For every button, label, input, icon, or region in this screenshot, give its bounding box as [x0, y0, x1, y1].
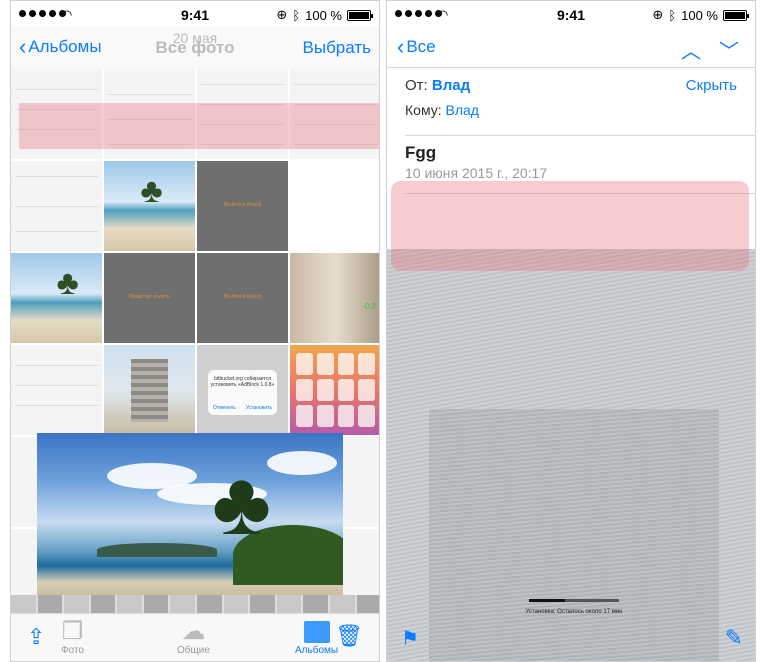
battery-icon	[723, 9, 749, 21]
expanded-photo[interactable]: ♣	[37, 433, 343, 595]
chevron-up-icon[interactable]: ︿	[681, 35, 701, 64]
mail-toolbar: ⚑ ✎	[387, 621, 755, 661]
highlight-overlay	[19, 103, 379, 149]
message-subject: Fgg	[405, 143, 437, 162]
select-button[interactable]: Выбрать	[303, 38, 371, 58]
tab-photos-label: Фото	[61, 645, 84, 656]
battery-level: 100 %	[305, 7, 342, 23]
tab-shared-label: Общие	[177, 645, 210, 656]
alert-install: Установить	[245, 405, 273, 412]
photos-navbar: ‹ Альбомы 20 мая Все фото Выбрать	[11, 27, 379, 69]
hide-button[interactable]: Скрыть	[686, 77, 737, 94]
message-date: 10 июня 2015 г., 20:17	[405, 165, 548, 181]
all-back-label: Все	[406, 37, 436, 56]
to-label: Кому:	[405, 102, 442, 118]
from-label: От:	[405, 77, 428, 94]
photos-tab-icon: ❐	[61, 618, 84, 645]
battery-level: 100 %	[681, 7, 718, 23]
battery-icon	[347, 9, 373, 21]
alert-cancel: Отменить	[212, 405, 236, 412]
thumbnail-caption: No Ammo Reach	[223, 293, 262, 300]
photos-tab-bar: ⇪ ❐ Фото ☁ Общие Альбомы 🗑	[11, 613, 379, 661]
flag-icon[interactable]: ⚑	[401, 626, 419, 651]
chevron-left-icon: ‹	[397, 34, 405, 59]
mail-navbar: ‹ Все ︿ ﹀	[387, 27, 755, 67]
palm-tree-icon: ♣	[56, 263, 79, 302]
photo-thumbnail[interactable]: No Ammo Reach	[197, 253, 288, 343]
compose-icon[interactable]: ✎	[725, 625, 743, 651]
alert-dialog: bitbucket.org собирается установить «AdB…	[207, 370, 278, 416]
rotation-lock-icon: ⊕	[652, 7, 664, 22]
tab-albums-label: Альбомы	[295, 645, 339, 656]
palm-tree-icon: ♣	[212, 454, 272, 554]
tab-albums[interactable]: Альбомы	[295, 621, 338, 656]
bluetooth-icon: ᛒ	[668, 7, 677, 23]
chevron-down-icon[interactable]: ﹀	[719, 35, 739, 64]
photo-thumbnail[interactable]	[11, 161, 102, 251]
status-bar: ◠ 9:41 ⊕ ᛒ 100 %	[387, 1, 755, 27]
thumbnail-caption: -0.2	[362, 301, 376, 311]
status-bar: ◠ 9:41 ⊕ ᛒ 100 %	[11, 1, 379, 27]
install-progress	[529, 599, 619, 602]
albums-tab-icon	[303, 621, 330, 643]
photo-thumbnail[interactable]: ♣	[11, 253, 102, 343]
palm-tree-icon: ♣	[140, 171, 163, 210]
install-caption: Установка: Осталось около 17 мин	[525, 609, 623, 615]
from-sender[interactable]: Влад	[432, 77, 470, 94]
all-back-button[interactable]: ‹ Все	[397, 34, 436, 59]
thumbnail-caption: No Ammo Reach	[223, 201, 262, 208]
cloud-icon: ☁	[181, 618, 206, 645]
share-icon[interactable]: ⇪	[27, 624, 45, 650]
photo-thumbnail[interactable]	[104, 345, 195, 435]
tab-photos[interactable]: ❐ Фото	[61, 618, 84, 657]
photos-screen: ◠ 9:41 ⊕ ᛒ 100 % ‹ Альбомы 20 мая Все фо…	[10, 0, 380, 662]
photo-thumbnail[interactable]	[11, 345, 102, 435]
photo-thumbnail[interactable]: bitbucket.org собирается установить «AdB…	[197, 345, 288, 435]
rotation-lock-icon: ⊕	[276, 7, 288, 22]
tab-shared[interactable]: ☁ Общие	[177, 618, 210, 657]
photo-thumbnail[interactable]: Права нет оплаты	[104, 253, 195, 343]
to-recipient[interactable]: Влад	[446, 102, 479, 118]
bluetooth-icon: ᛒ	[292, 7, 301, 23]
photo-thumbnail[interactable]	[290, 161, 379, 251]
mail-screen: ◠ 9:41 ⊕ ᛒ 100 % ‹ Все ︿ ﹀ От: Влад Скры…	[386, 0, 756, 662]
thumbnail-scrubber[interactable]	[11, 595, 379, 615]
highlight-overlay	[391, 181, 749, 271]
trash-icon[interactable]: 🗑	[335, 623, 363, 649]
attachment-photo[interactable]: Установка: Осталось около 17 мин	[387, 249, 755, 661]
photo-thumbnail[interactable]: ♣	[104, 161, 195, 251]
to-row: Кому: Влад	[405, 102, 737, 118]
thumbnail-caption: Права нет оплаты	[128, 293, 171, 300]
photo-thumbnail[interactable]	[290, 345, 379, 435]
alert-text: bitbucket.org собирается установить «AdB…	[210, 376, 275, 389]
photo-thumbnail[interactable]: -0.2	[290, 253, 379, 343]
photo-thumbnail[interactable]: No Ammo Reach	[197, 161, 288, 251]
message-header: От: Влад Скрыть Кому: Влад	[387, 67, 755, 118]
